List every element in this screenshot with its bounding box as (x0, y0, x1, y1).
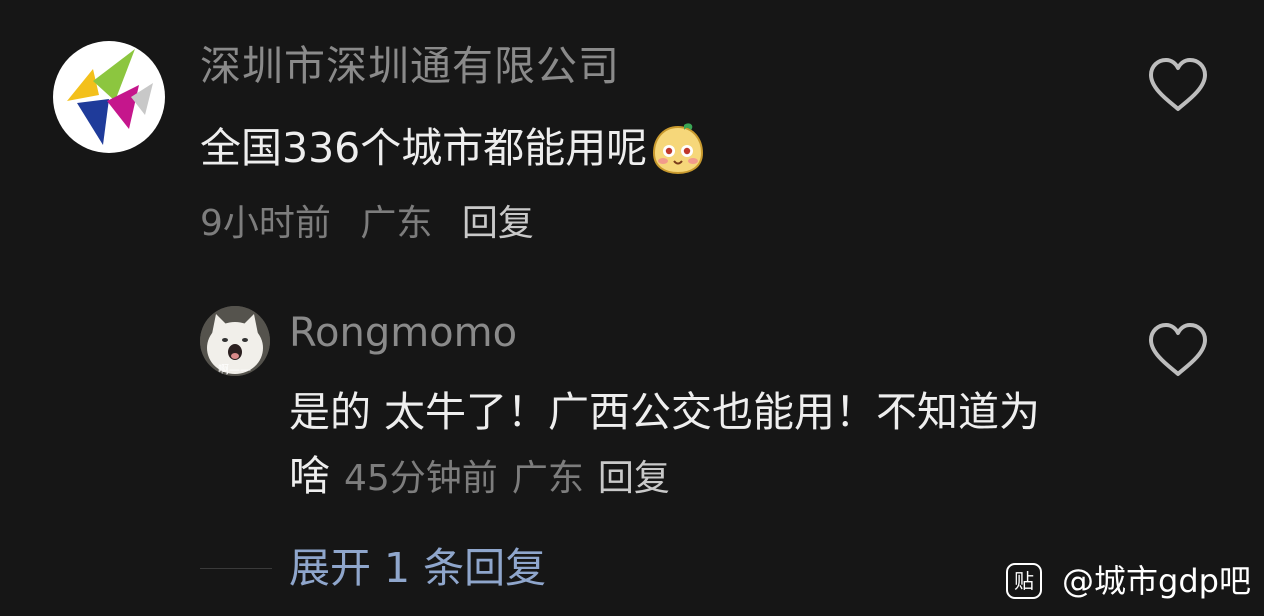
reply-like-button[interactable] (1147, 322, 1209, 382)
heart-outline-icon (1149, 323, 1207, 376)
shenzhentong-logo-icon (67, 49, 153, 145)
watermark-text: @城市gdp吧 (1062, 562, 1251, 600)
comment-username[interactable]: 深圳市深圳通有限公司 (200, 40, 620, 92)
reply-time: 45分钟前 (344, 458, 498, 499)
tieba-logo-icon: 贴 (1006, 563, 1042, 599)
comment-time: 9小时前 (200, 203, 331, 244)
comment-body: 全国336个城市都能用呢 (200, 120, 705, 176)
avatar-rongmomo[interactable]: 啊—— (200, 306, 270, 376)
reply-meta: 45分钟前 广东 回复 (330, 458, 670, 499)
comment-reply-button[interactable]: 回复 (462, 203, 534, 244)
avatar-shenzhentong[interactable] (53, 41, 165, 153)
heart-outline-icon (1149, 58, 1207, 111)
reply-body: 是的 太牛了！广西公交也能用！不知道为啥 45分钟前 广东 回复 (289, 380, 1049, 511)
blushing-face-emoji-icon (653, 123, 704, 175)
comment-meta: 9小时前 广东 回复 (200, 200, 534, 248)
expand-replies-link[interactable]: 展开 1 条回复 (289, 540, 546, 596)
comment-location: 广东 (360, 203, 433, 244)
reply-reply-button[interactable]: 回复 (598, 458, 670, 499)
reply-location: 广东 (511, 458, 584, 499)
expand-divider (200, 568, 272, 569)
reply-username[interactable]: Rongmomo (289, 308, 517, 358)
avatar-caption: 啊—— (218, 363, 251, 376)
comment-text: 全国336个城市都能用呢 (200, 124, 648, 172)
comment-like-button[interactable] (1147, 57, 1209, 117)
